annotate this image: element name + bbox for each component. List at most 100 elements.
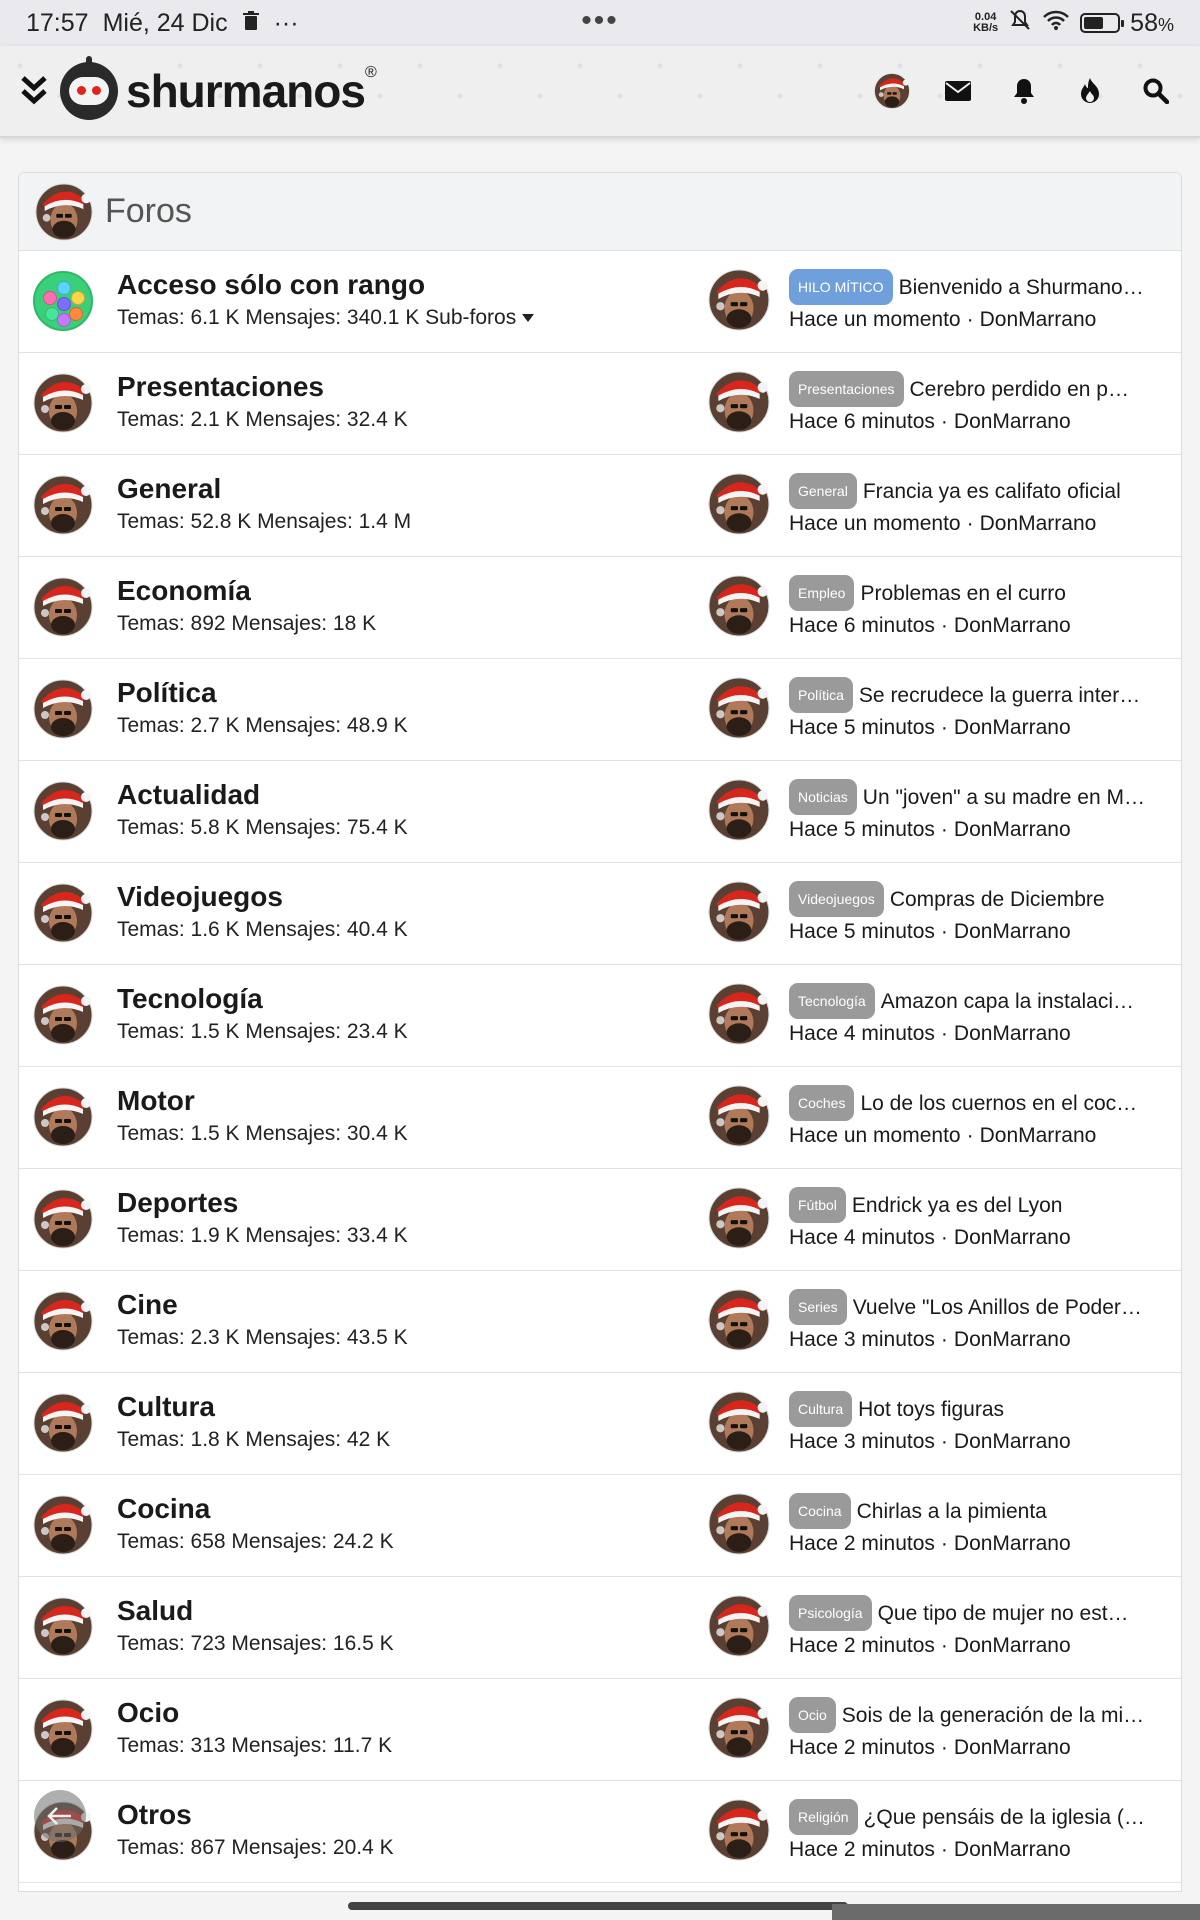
forum-name[interactable]: Economía (117, 573, 376, 609)
fire-icon[interactable] (1070, 71, 1110, 111)
last-post-avatar[interactable] (708, 473, 770, 535)
forum-row[interactable]: Otros Temas: 867 Mensajes: 20.4 K Religi… (19, 1781, 1181, 1883)
subforums-toggle[interactable]: Sub-foros (425, 306, 535, 329)
forum-row[interactable]: Cultura Temas: 1.8 K Mensajes: 42 K Cult… (19, 1373, 1181, 1475)
last-post-avatar[interactable] (708, 269, 770, 331)
last-post-time[interactable]: Hace 2 minutos (789, 1532, 935, 1555)
last-post-time[interactable]: Hace 2 minutos (789, 1634, 935, 1657)
last-post-title[interactable]: Cocina Chirlas a la pimienta (789, 1493, 1179, 1529)
last-post-time[interactable]: Hace 4 minutos (789, 1226, 935, 1249)
last-post-user[interactable]: DonMarrano (954, 920, 1071, 943)
last-post-title[interactable]: Fútbol Endrick ya es del Lyon (789, 1187, 1179, 1223)
last-post-title[interactable]: Noticias Un "joven" a su madre en M… (789, 779, 1179, 815)
search-icon[interactable] (1136, 71, 1176, 111)
last-post-time[interactable]: Hace 5 minutos (789, 716, 935, 739)
last-post-title[interactable]: Coches Lo de los cuernos en el coc… (789, 1085, 1179, 1121)
forum-row[interactable]: Actualidad Temas: 5.8 K Mensajes: 75.4 K… (19, 761, 1181, 863)
last-post-avatar[interactable] (708, 1085, 770, 1147)
last-post-title[interactable]: Política Se recrudece la guerra inter… (789, 677, 1179, 713)
last-post-avatar[interactable] (708, 677, 770, 739)
last-post-time[interactable]: Hace 3 minutos (789, 1328, 935, 1351)
last-post-avatar[interactable] (708, 1391, 770, 1453)
last-post-title[interactable]: HILO MÍTICO Bienvenido a Shurmano… (789, 269, 1179, 305)
forum-row[interactable]: Presentaciones Temas: 2.1 K Mensajes: 32… (19, 353, 1181, 455)
last-post-title[interactable]: Presentaciones Cerebro perdido en p… (789, 371, 1179, 407)
last-post-user[interactable]: DonMarrano (954, 818, 1071, 841)
last-post-title[interactable]: Tecnología Amazon capa la instalaci… (789, 983, 1179, 1019)
last-post-user[interactable]: DonMarrano (980, 1124, 1097, 1147)
home-indicator[interactable] (348, 1902, 848, 1910)
back-button[interactable] (34, 1790, 86, 1842)
last-post-time[interactable]: Hace 3 minutos (789, 1430, 935, 1453)
forum-row[interactable]: Motor Temas: 1.5 K Mensajes: 30.4 K Coch… (19, 1067, 1181, 1169)
forum-name[interactable]: Videojuegos (117, 879, 408, 915)
forum-name[interactable]: Cocina (117, 1491, 394, 1527)
last-post-avatar[interactable] (708, 881, 770, 943)
forum-row[interactable]: Videojuegos Temas: 1.6 K Mensajes: 40.4 … (19, 863, 1181, 965)
bell-icon[interactable] (1004, 71, 1044, 111)
user-avatar[interactable] (872, 71, 912, 111)
last-post-user[interactable]: DonMarrano (980, 308, 1097, 331)
forum-row[interactable]: Salud Temas: 723 Mensajes: 16.5 K Psicol… (19, 1577, 1181, 1679)
last-post-time[interactable]: Hace un momento (789, 512, 961, 535)
forum-name[interactable]: Deportes (117, 1185, 408, 1221)
last-post-time[interactable]: Hace 2 minutos (789, 1736, 935, 1759)
forum-row[interactable]: Deportes Temas: 1.9 K Mensajes: 33.4 K F… (19, 1169, 1181, 1271)
forum-name[interactable]: Actualidad (117, 777, 408, 813)
mail-icon[interactable] (938, 71, 978, 111)
forum-name[interactable]: Ocio (117, 1695, 392, 1731)
forum-name[interactable]: Política (117, 675, 408, 711)
forum-name[interactable]: Cine (117, 1287, 408, 1323)
last-post-title[interactable]: Empleo Problemas en el curro (789, 575, 1179, 611)
forum-name[interactable]: Motor (117, 1083, 408, 1119)
last-post-time[interactable]: Hace un momento (789, 308, 961, 331)
forum-name[interactable]: Cultura (117, 1389, 390, 1425)
forum-row[interactable]: Política Temas: 2.7 K Mensajes: 48.9 K P… (19, 659, 1181, 761)
forum-name[interactable]: Salud (117, 1593, 394, 1629)
last-post-avatar[interactable] (708, 371, 770, 433)
last-post-avatar[interactable] (708, 575, 770, 637)
last-post-title[interactable]: Cultura Hot toys figuras (789, 1391, 1179, 1427)
forum-row[interactable]: Ocio Temas: 313 Mensajes: 11.7 K Ocio Soi… (19, 1679, 1181, 1781)
last-post-title[interactable]: Religión ¿Que pensáis de la iglesia (… (789, 1799, 1179, 1835)
last-post-time[interactable]: Hace 4 minutos (789, 1022, 935, 1045)
last-post-user[interactable]: DonMarrano (980, 512, 1097, 535)
forum-row[interactable]: Cine Temas: 2.3 K Mensajes: 43.5 K Serie… (19, 1271, 1181, 1373)
last-post-user[interactable]: DonMarrano (954, 1736, 1071, 1759)
last-post-user[interactable]: DonMarrano (954, 1226, 1071, 1249)
forum-row[interactable]: Cocina Temas: 658 Mensajes: 24.2 K Cocin… (19, 1475, 1181, 1577)
last-post-avatar[interactable] (708, 779, 770, 841)
last-post-title[interactable]: Videojuegos Compras de Diciembre (789, 881, 1179, 917)
last-post-avatar[interactable] (708, 1799, 770, 1861)
forum-name[interactable]: Presentaciones (117, 369, 408, 405)
last-post-user[interactable]: DonMarrano (954, 614, 1071, 637)
forum-name[interactable]: Tecnología (117, 981, 408, 1017)
last-post-title[interactable]: Ocio Sois de la generación de la mi… (789, 1697, 1179, 1733)
last-post-time[interactable]: Hace 6 minutos (789, 410, 935, 433)
last-post-user[interactable]: DonMarrano (954, 1634, 1071, 1657)
site-logo[interactable]: shurmanos® (60, 56, 377, 120)
forum-row[interactable]: Economía Temas: 892 Mensajes: 18 K Emple… (19, 557, 1181, 659)
forum-row[interactable]: Acceso sólo con rango Temas: 6.1 K Mensa… (19, 251, 1181, 353)
last-post-title[interactable]: Psicología Que tipo de mujer no est… (789, 1595, 1179, 1631)
menu-chevron-icon[interactable] (14, 61, 54, 121)
forum-name[interactable]: Acceso sólo con rango (117, 267, 534, 303)
last-post-avatar[interactable] (708, 1697, 770, 1759)
last-post-avatar[interactable] (708, 1595, 770, 1657)
last-post-time[interactable]: Hace un momento (789, 1124, 961, 1147)
last-post-avatar[interactable] (708, 1187, 770, 1249)
forum-row[interactable]: Tecnología Temas: 1.5 K Mensajes: 23.4 K… (19, 965, 1181, 1067)
last-post-title[interactable]: General Francia ya es califato oficial (789, 473, 1179, 509)
last-post-avatar[interactable] (708, 1289, 770, 1351)
last-post-user[interactable]: DonMarrano (954, 1838, 1071, 1861)
last-post-time[interactable]: Hace 5 minutos (789, 818, 935, 841)
forum-name[interactable]: Otros (117, 1797, 394, 1833)
last-post-user[interactable]: DonMarrano (954, 716, 1071, 739)
forum-row[interactable]: General Temas: 52.8 K Mensajes: 1.4 M Ge… (19, 455, 1181, 557)
last-post-user[interactable]: DonMarrano (954, 410, 1071, 433)
forum-name[interactable]: General (117, 471, 411, 507)
last-post-avatar[interactable] (708, 1493, 770, 1555)
last-post-user[interactable]: DonMarrano (954, 1328, 1071, 1351)
last-post-title[interactable]: Series Vuelve "Los Anillos de Poder… (789, 1289, 1179, 1325)
last-post-time[interactable]: Hace 2 minutos (789, 1838, 935, 1861)
